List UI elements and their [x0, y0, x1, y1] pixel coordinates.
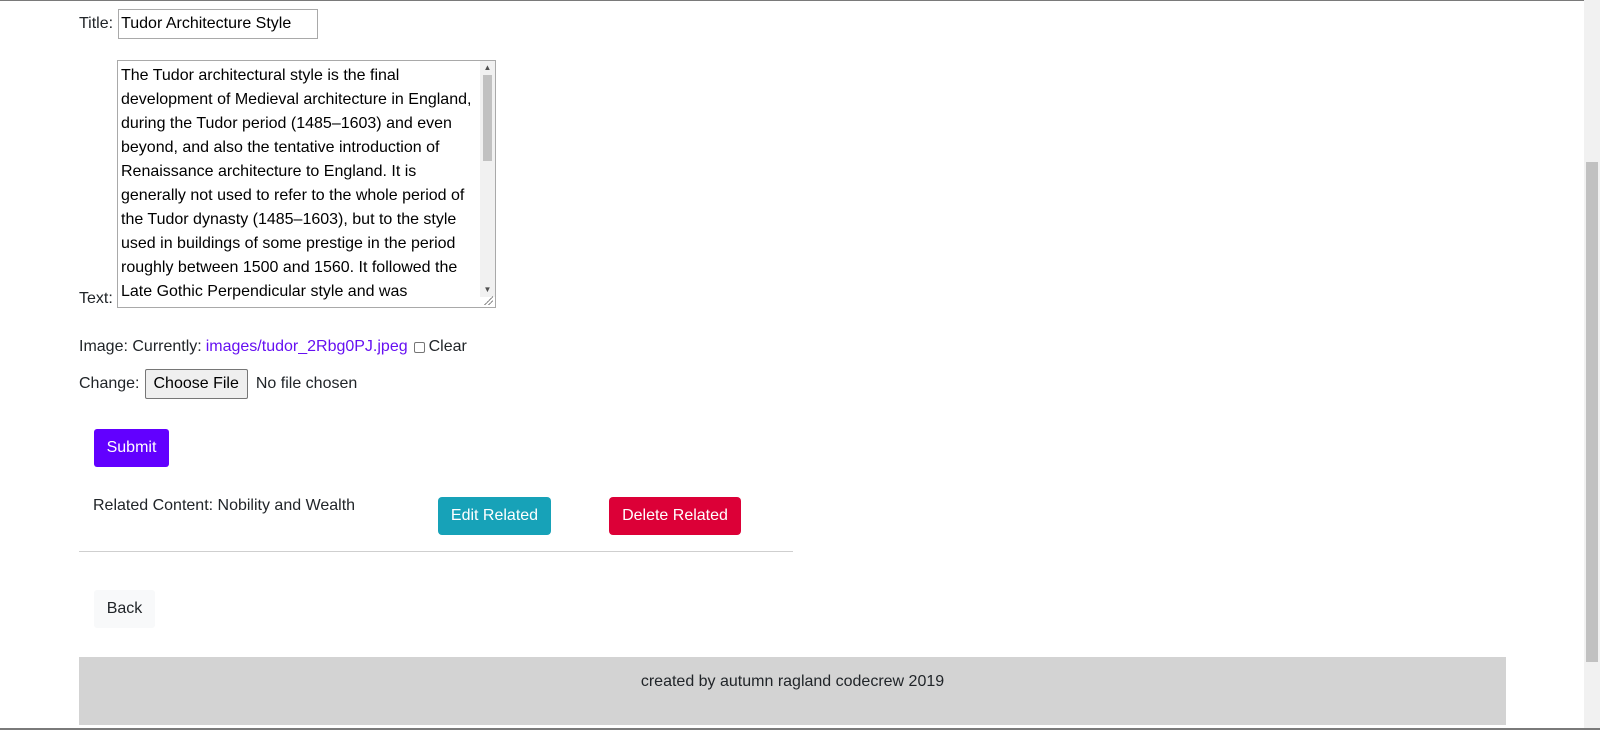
- clear-checkbox[interactable]: [413, 341, 425, 353]
- page-scroll-thumb[interactable]: [1586, 162, 1598, 662]
- text-label: Text:: [79, 290, 113, 307]
- delete-related-button[interactable]: Delete Related: [609, 497, 741, 535]
- textarea-scroll-thumb[interactable]: [483, 75, 492, 161]
- submit-button[interactable]: Submit: [94, 429, 169, 467]
- title-input[interactable]: [118, 9, 319, 39]
- scroll-up-arrow-icon[interactable]: ▲: [480, 61, 495, 75]
- image-label: Image: Currently:: [79, 338, 202, 355]
- choose-file-button[interactable]: Choose File: [144, 369, 248, 399]
- resize-grip-icon[interactable]: [483, 295, 493, 305]
- footer: created by autumn ragland codecrew 2019: [79, 657, 1506, 725]
- text-textarea[interactable]: The Tudor architectural style is the fin…: [117, 60, 496, 308]
- no-file-text: No file chosen: [255, 375, 358, 392]
- change-label: Change:: [79, 375, 140, 392]
- image-row: Image: Currently: images/tudor_2Rbg0PJ.j…: [79, 338, 467, 356]
- title-label: Title:: [79, 15, 114, 32]
- divider: [79, 551, 793, 552]
- clear-label: Clear: [428, 338, 467, 355]
- current-image-link[interactable]: images/tudor_2Rbg0PJ.jpeg: [206, 338, 408, 356]
- change-row: Change: Choose File No file chosen: [79, 369, 357, 399]
- window-top-border: [0, 0, 1584, 1]
- page-scrollbar[interactable]: [1584, 0, 1600, 728]
- back-button[interactable]: Back: [94, 590, 155, 628]
- related-content-text: Related Content: Nobility and Wealth: [93, 497, 356, 514]
- edit-related-button[interactable]: Edit Related: [438, 497, 551, 535]
- footer-text: created by autumn ragland codecrew 2019: [640, 673, 945, 690]
- textarea-content: The Tudor architectural style is the fin…: [121, 67, 472, 300]
- title-row: Title:: [79, 9, 319, 39]
- textarea-scrollbar[interactable]: ▲ ▼: [480, 61, 495, 297]
